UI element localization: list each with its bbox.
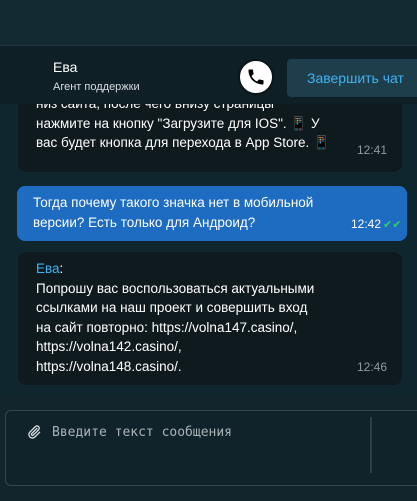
input-divider (370, 417, 372, 473)
message-time: 12:41 (357, 143, 388, 157)
message-time: 12:46 (357, 360, 388, 374)
call-button[interactable] (238, 59, 274, 95)
message-text: Попрошу вас воспользоваться актуальными … (36, 280, 315, 374)
chat-header: Ева Агент поддержки Завершить чат (0, 46, 417, 104)
message-time: 12:42 ✔✔ (351, 215, 401, 236)
composer-bar (0, 394, 417, 501)
top-bar (0, 0, 417, 46)
message-text: Тогда почему такого значка нет в мобильн… (33, 195, 314, 230)
message-input-box[interactable] (5, 410, 417, 486)
outgoing-message: Тогда почему такого значка нет в мобильн… (17, 186, 407, 241)
message-time-value: 12:42 (351, 217, 382, 231)
agent-role: Агент поддержки (53, 81, 140, 93)
message-list[interactable]: низ сайта, после чего внизу страницы наж… (0, 104, 417, 394)
read-checkmarks-icon: ✔✔ (383, 219, 402, 231)
incoming-message: Ева: Попрошу вас воспользоваться актуаль… (18, 252, 402, 385)
paperclip-icon[interactable] (26, 423, 42, 446)
incoming-message: низ сайта, после чего внизу страницы наж… (18, 104, 402, 172)
message-input[interactable] (52, 421, 352, 443)
message-sender: Ева (36, 261, 60, 276)
end-chat-button[interactable]: Завершить чат (287, 59, 417, 97)
message-body: Ева: Попрошу вас воспользоваться актуаль… (36, 259, 366, 376)
phone-icon (248, 69, 264, 85)
message-text: низ сайта, после чего внизу страницы наж… (36, 104, 330, 150)
agent-name: Ева (53, 59, 78, 75)
sender-colon: : (59, 261, 64, 276)
